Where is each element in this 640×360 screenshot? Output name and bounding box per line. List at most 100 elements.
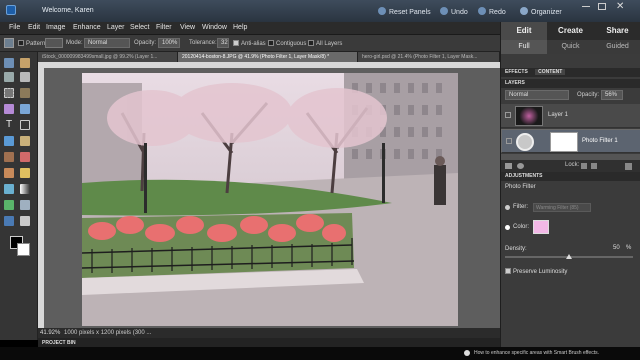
horizontal-ruler [44,62,500,68]
menu-window[interactable]: Window [202,24,227,31]
sponge-tool-icon[interactable] [4,216,14,226]
anti-alias-checkbox[interactable] [233,40,239,46]
reset-panels-button[interactable]: Reset Panels [378,7,431,16]
layer-mask-thumbnail[interactable] [550,132,578,152]
vertical-ruler [38,62,44,328]
visibility-eye-icon[interactable] [506,138,512,144]
welcome-text: Welcome, Karen [42,7,94,14]
background-color-swatch[interactable] [17,243,30,256]
lock-transparency-icon[interactable] [581,163,587,169]
filter-radio[interactable] [505,205,510,210]
blur-tool-icon[interactable] [20,200,30,210]
tab-quick[interactable]: Quick [547,40,594,54]
layers-footer: Lock: [501,160,640,172]
marquee-tool-icon[interactable] [4,88,14,98]
filter-color-swatch[interactable] [533,220,549,234]
menu-enhance[interactable]: Enhance [73,24,101,31]
tab-guided[interactable]: Guided [594,40,640,54]
paint-bucket-icon[interactable] [4,38,14,48]
clone-stamp-icon[interactable] [4,152,14,162]
adjustment-title: Photo Filter [505,184,536,190]
pattern-picker[interactable] [45,38,63,48]
eyedropper-icon[interactable] [20,72,30,82]
opacity-input[interactable]: 100% [158,38,180,48]
project-bin-bar[interactable]: PROJECT BIN [38,338,500,347]
tab-content[interactable]: CONTENT [535,69,566,75]
contiguous-option[interactable]: Contiguous [268,40,306,47]
zoom-level[interactable]: 41.92% [40,330,60,336]
layer-row-photo-filter-1[interactable]: Photo Filter 1 [501,129,640,153]
visibility-eye-icon[interactable] [505,112,511,118]
tab-edit[interactable]: Edit [501,22,547,40]
mode-select[interactable]: Normal [84,38,130,48]
layer-opacity-input[interactable]: 56% [601,90,623,100]
menu-filter[interactable]: Filter [156,24,172,31]
layer-name[interactable]: Layer 1 [548,112,568,118]
tab-effects[interactable]: EFFECTS [505,69,528,75]
tab-document-1[interactable]: iStock_000009983499small.jpg @ 99.2% (La… [38,52,178,62]
magic-wand-icon[interactable] [4,104,14,114]
lock-all-icon[interactable] [591,163,597,169]
tab-full[interactable]: Full [501,40,547,54]
adjustment-layer-button-icon[interactable] [517,163,524,169]
menu-view[interactable]: View [180,24,195,31]
crop-tool-icon[interactable] [20,120,30,130]
lasso-tool-icon[interactable] [20,88,30,98]
zoom-tool-icon[interactable] [4,58,14,68]
maximize-icon[interactable] [598,3,606,10]
pencil-tool-icon[interactable] [20,216,30,226]
density-slider-handle[interactable] [566,254,572,259]
hint-text[interactable]: How to enhance specific areas with Smart… [474,350,599,356]
tab-document-2[interactable]: 20120414-boston-8.JPG @ 41.9% (Photo Fil… [178,52,358,62]
tolerance-input[interactable]: 32 [217,38,229,48]
minimize-icon[interactable] [582,6,590,7]
smart-brush-icon[interactable] [20,168,30,178]
tab-create[interactable]: Create [547,22,594,40]
preserve-luminosity-option[interactable]: Preserve Luminosity [505,268,567,275]
spot-healing-icon[interactable] [20,136,30,146]
hand-tool-icon[interactable] [20,58,30,68]
menu-help[interactable]: Help [233,24,247,31]
move-tool-icon[interactable] [4,72,14,82]
document-photo[interactable] [82,73,458,326]
menu-edit[interactable]: Edit [28,24,40,31]
layers-header[interactable]: LAYERS [501,79,640,88]
adjustments-header[interactable]: ADJUSTMENTS [501,172,640,181]
selection-brush-icon[interactable] [20,104,30,114]
organizer-button[interactable]: Organizer [520,7,562,16]
menu-file[interactable]: File [9,24,20,31]
new-layer-icon[interactable] [505,163,512,169]
anti-alias-option[interactable]: Anti-alias [233,40,266,47]
menu-layer[interactable]: Layer [107,24,125,31]
undo-button[interactable]: Undo [440,7,468,16]
close-icon[interactable]: ✕ [616,1,624,12]
type-tool-icon[interactable]: T [4,120,14,130]
filter-label: Filter: [513,204,528,210]
paint-bucket-tool-icon[interactable] [4,184,14,194]
pattern-checkbox[interactable] [18,40,24,46]
tab-document-3[interactable]: hero-girl.psd @ 21.4% (Photo Filter 1, L… [358,52,500,62]
eraser-tool-icon[interactable] [20,152,30,162]
color-radio[interactable] [505,225,510,230]
menu-image[interactable]: Image [46,24,65,31]
contiguous-checkbox[interactable] [268,40,274,46]
red-eye-tool-icon[interactable] [4,136,14,146]
gradient-tool-icon[interactable] [20,184,30,194]
all-layers-checkbox[interactable] [308,40,314,46]
pattern-option[interactable]: Pattern [18,40,45,47]
density-value[interactable]: 50 [613,245,620,251]
tab-share[interactable]: Share [594,22,640,40]
filter-select[interactable]: Warming Filter (85) [533,203,591,212]
preserve-luminosity-checkbox[interactable] [505,268,511,274]
density-slider[interactable] [505,254,633,259]
layer-row-layer-1[interactable]: Layer 1 [501,104,640,128]
menu-select[interactable]: Select [130,24,149,31]
park-scene-image [82,73,458,326]
brush-tool-icon[interactable] [4,168,14,178]
all-layers-option[interactable]: All Layers [308,40,342,47]
layer-name[interactable]: Photo Filter 1 [582,138,618,144]
trash-icon[interactable] [625,163,632,170]
shape-tool-icon[interactable] [4,200,14,210]
blend-mode-select[interactable]: Normal [505,90,569,100]
redo-button[interactable]: Redo [478,7,506,16]
